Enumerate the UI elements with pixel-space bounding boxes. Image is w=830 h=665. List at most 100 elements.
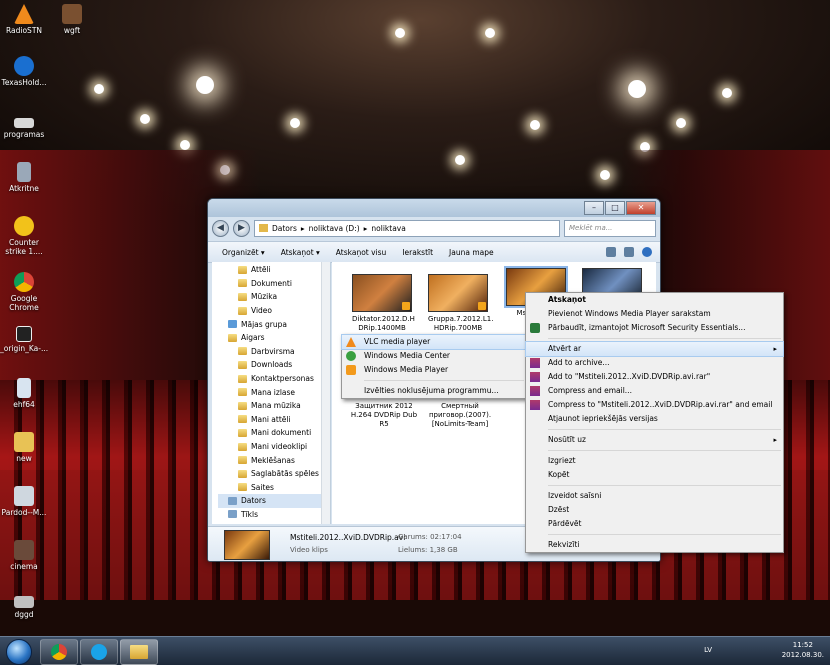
nav-item-downloads[interactable]: Downloads [238,358,330,372]
nav-item-desktop[interactable]: Darbvirsma [238,345,330,359]
nav-item-my-videos[interactable]: Mani videoklipi [238,440,330,454]
menu-item-label: VLC media player [364,337,431,346]
menu-item-create-shortcut[interactable]: Izveidot saīsni [526,489,783,503]
burn-button[interactable]: Ierakstīt [402,248,433,257]
menu-item-media-center[interactable]: Windows Media Center [342,349,526,363]
desktop-icon-programas[interactable]: programas [0,112,48,139]
winrar-icon [530,372,540,382]
start-button[interactable] [6,639,32,665]
desktop-icon-dggd[interactable]: dggd [0,592,48,619]
menu-item-choose-default[interactable]: Izvēlties noklusējuma programmu... [342,384,526,398]
help-icon[interactable] [642,247,652,257]
submenu-arrow-icon: ▸ [773,436,777,444]
menu-item-play[interactable]: Atskaņot [526,293,783,307]
context-menu: Atskaņot Pievienot Windows Media Player … [525,292,784,553]
view-options-icon[interactable] [606,247,616,257]
file-item[interactable]: Смертный приговор.(2007).[NoLimits-Team] [424,402,496,429]
language-indicator[interactable]: LV [704,646,712,654]
back-button[interactable]: ◀ [212,219,229,237]
menu-item-add-to-wmp-list[interactable]: Pievienot Windows Media Player sarakstam [526,307,783,321]
new-folder-button[interactable]: Jauna mape [449,248,494,257]
address-bar[interactable]: Dators ▸ noliktava (D:) ▸ noliktava [254,219,560,237]
nav-item-network[interactable]: Tīkls [228,508,330,522]
desktop-icon-pardod[interactable]: Pardod--M... [0,486,48,517]
preview-pane-icon[interactable] [624,247,634,257]
play-all-button[interactable]: Atskaņot visu [336,248,387,257]
breadcrumb-drive[interactable]: noliktava (D:) [309,224,360,233]
menu-item-copy[interactable]: Kopēt [526,468,783,482]
menu-item-cut[interactable]: Izgriezt [526,454,783,468]
menu-item-rename[interactable]: Pārdēvēt [526,517,783,531]
desktop-icon-label: RadioSTN [5,26,43,35]
file-item[interactable]: Diktator.2012.D.H DRip.1400MB [352,274,415,333]
menu-item-label: Pārdēvēt [548,519,582,528]
menu-item-vlc[interactable]: VLC media player [341,334,527,350]
menu-item-delete[interactable]: Dzēst [526,503,783,517]
nav-item-links[interactable]: Saites [238,481,330,495]
nav-item-user[interactable]: Aigars [228,331,330,345]
details-size: Lielums: 1,38 GB [398,546,458,554]
nav-item-music[interactable]: Mūzika [238,290,330,304]
desktop-icon-recycle-bin[interactable]: Atkritne [0,162,48,193]
nav-item-my-pictures[interactable]: Mani attēli [238,413,330,427]
search-input[interactable]: Meklēt ma... [564,219,656,237]
menu-item-label: Add to archive... [548,358,610,367]
desktop-icon-radiostn[interactable]: RadioSTN [0,4,48,35]
file-item[interactable]: Защитник 2012 H.264 DVDRip Dub R5 [348,402,420,429]
minimize-button[interactable]: – [584,201,604,215]
breadcrumb-folder[interactable]: noliktava [371,224,405,233]
nav-scrollbar[interactable] [321,262,330,524]
nav-item-searches[interactable]: Meklēšanas [238,453,330,467]
breadcrumb-dators[interactable]: Dators [272,224,297,233]
nav-item-saved-games[interactable]: Saglabātās spēles [238,467,330,481]
taskbar-chrome-button[interactable] [40,639,78,665]
menu-item-add-to-archive[interactable]: Add to archive... [526,356,783,370]
nav-item-contacts[interactable]: Kontaktpersonas [238,372,330,386]
ceiling-light [94,84,104,94]
desktop-icon-cinema[interactable]: cinema [0,540,48,571]
taskbar: LV 11:52 2012.08.30. [0,636,830,665]
maximize-button[interactable]: □ [605,201,625,215]
nav-item-video[interactable]: Video [238,304,330,318]
security-shield-icon [530,323,540,333]
nav-item-label: Tīkls [241,509,258,519]
nav-item-favorites[interactable]: Mana izlase [238,385,330,399]
menu-item-media-player[interactable]: Windows Media Player [342,363,526,377]
desktop-icon-new[interactable]: new [0,432,48,463]
menu-item-open-with[interactable]: Atvērt ar ▸ [525,341,784,357]
desktop-icon-wgft[interactable]: wgft [48,4,96,35]
desktop-icon-label: Atkritne [9,184,39,193]
nav-item-pictures[interactable]: Attēli [238,263,330,277]
menu-item-restore-previous[interactable]: Atjaunot iepriekšējās versijas [526,412,783,426]
file-item[interactable]: Gruppa.7.2012.L1. HDRip.700MB [428,274,493,333]
menu-item-properties[interactable]: Rekvizīti [526,538,783,552]
folder-icon [238,374,247,383]
close-button[interactable]: ✕ [626,201,656,215]
folder-icon [238,442,247,451]
open-button[interactable]: Atskaņot ▾ [281,248,320,257]
clock[interactable]: 11:52 2012.08.30. [782,640,824,660]
taskbar-explorer-button[interactable] [120,639,158,665]
navigation-pane[interactable]: Attēli Dokumenti Mūzika Video Mājas grup… [212,262,331,524]
taskbar-skype-button[interactable] [80,639,118,665]
desktop-icon-origin[interactable]: _origin_Ka-... [0,326,48,353]
menu-item-label: Windows Media Center [364,351,451,360]
menu-item-compress-email[interactable]: Compress and email... [526,384,783,398]
nav-item-my-music[interactable]: Mana mūzika [238,399,330,413]
window-titlebar[interactable]: – □ ✕ [208,199,660,217]
nav-item-my-documents[interactable]: Mani dokumenti [238,426,330,440]
organize-button[interactable]: Organizēt ▾ [222,248,265,257]
desktop-icon-ehf64[interactable]: ehf64 [0,378,48,409]
window-controls: – □ ✕ [584,201,656,215]
menu-item-send-to[interactable]: Nosūtīt uz ▸ [526,433,783,447]
menu-item-scan-mse[interactable]: Pārbaudīt, izmantojot Microsoft Security… [526,321,783,335]
desktop-icon-texasholdem[interactable]: TexasHold... [0,56,48,87]
desktop-icon-chrome[interactable]: Google Chrome [0,272,48,312]
nav-item-homegroup[interactable]: Mājas grupa [228,317,330,331]
menu-item-add-to-rar[interactable]: Add to "Mstiteli.2012..XviD.DVDRip.avi.r… [526,370,783,384]
menu-item-compress-rar-email[interactable]: Compress to "Mstiteli.2012..XviD.DVDRip.… [526,398,783,412]
nav-item-documents[interactable]: Dokumenti [238,277,330,291]
desktop-icon-counter-strike[interactable]: Counter strike 1.... [0,216,48,256]
forward-button[interactable]: ▶ [233,219,250,237]
nav-item-computer[interactable]: Dators [218,494,330,508]
